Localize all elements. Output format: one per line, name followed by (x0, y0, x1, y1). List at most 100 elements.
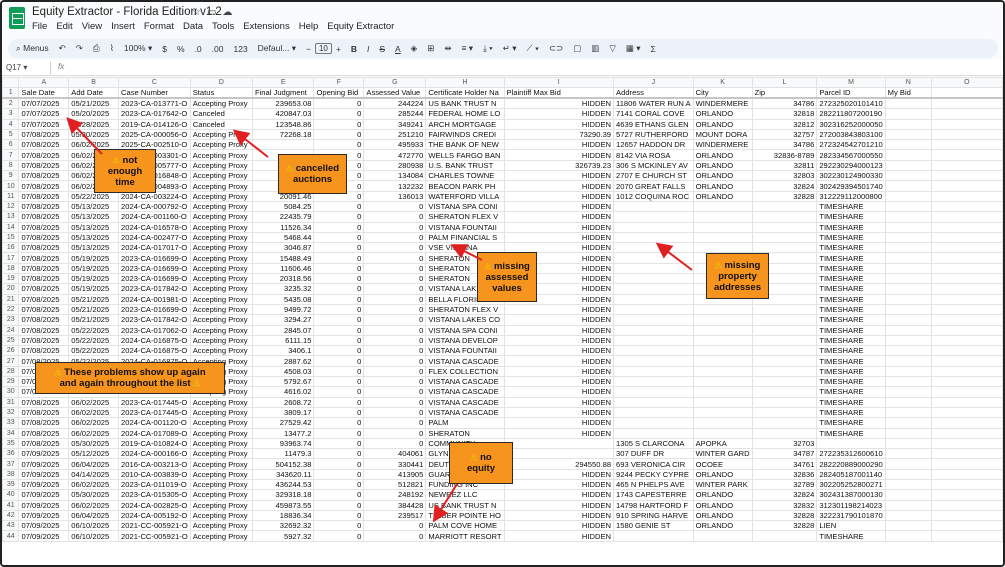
cell[interactable] (930, 170, 1003, 182)
cell[interactable] (692, 221, 753, 233)
cell[interactable]: 4508.03 (251, 365, 315, 378)
cell[interactable]: 0 (363, 221, 427, 233)
cell[interactable] (930, 406, 1003, 419)
cell[interactable]: 0 (313, 324, 365, 336)
cell[interactable]: 0 (363, 252, 427, 264)
borders-icon[interactable]: ⊞ (427, 43, 434, 54)
cell[interactable]: 0 (313, 293, 365, 305)
cell[interactable] (613, 365, 694, 378)
cell[interactable]: Accepting Proxy (189, 489, 253, 501)
cell[interactable] (751, 242, 818, 254)
cell[interactable] (751, 334, 818, 347)
cell[interactable]: 2024-CA-000166-O (118, 448, 191, 460)
cloud-icon[interactable]: ☁ (222, 7, 232, 18)
cell[interactable] (884, 190, 932, 202)
cell[interactable]: 5927.32 (251, 530, 315, 542)
rotate-icon[interactable]: ⟋ ▾ (527, 43, 539, 54)
cell[interactable]: 32803 (751, 170, 818, 182)
cell[interactable]: 3046.87 (251, 242, 315, 254)
cell[interactable] (751, 396, 818, 408)
cell[interactable]: 32692.32 (251, 520, 315, 532)
cell[interactable]: 134084 (363, 170, 427, 182)
cell[interactable]: Accepting Proxy (189, 324, 253, 336)
cell[interactable] (930, 324, 1003, 336)
cell[interactable]: US BANK TRUST N (425, 499, 505, 511)
row-number[interactable]: 17 (2, 252, 20, 264)
cell[interactable]: 0 (313, 211, 365, 223)
cell[interactable]: 0 (363, 530, 427, 542)
row-number[interactable]: 6 (2, 139, 20, 151)
cell[interactable] (930, 180, 1003, 192)
cell[interactable] (692, 324, 753, 336)
cell[interactable]: 07/09/2025 (18, 458, 70, 470)
column-title-cell[interactable]: Opening Bid (313, 87, 365, 100)
cell[interactable] (930, 252, 1003, 264)
align-icon[interactable]: ≡ ▾ (461, 43, 473, 54)
cell[interactable]: Accepting Proxy (189, 345, 253, 357)
cell[interactable]: FEDERAL HOME LO (425, 108, 505, 120)
row-number[interactable]: 19 (2, 273, 20, 285)
cell[interactable] (884, 118, 932, 130)
cell[interactable]: 07/08/2025 (18, 170, 70, 182)
cell[interactable]: TIMESHARE (816, 530, 886, 542)
name-box[interactable]: Q17 ▾ (6, 63, 27, 72)
cell[interactable]: THE BANK OF NEW (425, 139, 505, 151)
cell[interactable]: 0 (313, 200, 365, 213)
cell[interactable] (613, 211, 694, 223)
column-title-cell[interactable]: Status (189, 87, 253, 100)
cell[interactable]: 384428 (363, 499, 427, 511)
row-number[interactable]: 12 (2, 200, 20, 213)
cell[interactable]: WATERFORD VILLA (425, 190, 505, 202)
cell[interactable]: TIMESHARE (816, 417, 886, 429)
cell[interactable]: 06/02/2025 (68, 499, 120, 511)
cell[interactable]: 2023-CA-017445-O (118, 406, 191, 419)
cell[interactable]: ORLANDO (692, 468, 753, 480)
cell[interactable]: 302230124900330 (816, 170, 886, 182)
cell[interactable]: VISTANA SPA CONI (425, 200, 505, 213)
cell[interactable]: 3294.27 (251, 314, 315, 326)
valign-icon[interactable]: ⤓ ▾ (483, 43, 493, 54)
row-number[interactable]: 7 (2, 149, 20, 161)
cell[interactable]: 0 (363, 345, 427, 357)
cell[interactable]: 329318.18 (251, 489, 315, 501)
cell[interactable] (930, 283, 1003, 295)
cell[interactable] (884, 396, 932, 408)
cell[interactable]: Accepting Proxy (189, 221, 253, 233)
cell[interactable] (751, 365, 818, 378)
cell[interactable]: 07/08/2025 (18, 293, 70, 305)
cell[interactable]: 0 (313, 509, 365, 522)
paint-format-icon[interactable]: ⌇ (110, 43, 114, 54)
cell[interactable]: 0 (363, 314, 427, 326)
column-header-o[interactable]: O (930, 77, 1003, 89)
cell[interactable] (692, 211, 753, 223)
cell[interactable]: TIMESHARE (816, 324, 886, 336)
cell[interactable] (930, 211, 1003, 223)
cell[interactable] (930, 118, 1003, 130)
wrap-icon[interactable]: ↵ ▾ (503, 43, 517, 54)
cell[interactable]: NEWREZ LLC (425, 489, 505, 501)
cell[interactable]: 07/08/2025 (18, 139, 70, 151)
row-number[interactable]: 38 (2, 468, 20, 480)
row-number[interactable]: 36 (2, 448, 20, 460)
cell[interactable]: TIMESHARE (816, 273, 886, 285)
cell[interactable]: 0 (313, 478, 365, 491)
cell[interactable]: 06/04/2025 (68, 458, 120, 470)
cell[interactable]: 0 (363, 334, 427, 347)
cell[interactable] (751, 355, 818, 367)
cell[interactable] (692, 355, 753, 367)
cell[interactable]: 06/10/2025 (68, 520, 120, 532)
column-title-cell[interactable]: Case Number (118, 87, 191, 100)
cell[interactable]: 3235.32 (251, 283, 315, 295)
cell[interactable] (613, 345, 694, 357)
cell[interactable]: 239653.08 (251, 97, 315, 110)
menu-item-format[interactable]: Format (144, 21, 174, 32)
cell[interactable]: VISTANA CASCADE (425, 386, 505, 398)
cell[interactable] (613, 293, 694, 305)
cell[interactable]: ORLANDO (692, 149, 753, 161)
cell[interactable] (692, 345, 753, 357)
cell[interactable]: 0 (313, 499, 365, 511)
column-title-cell[interactable]: Certificate Holder Na (425, 87, 505, 100)
cell[interactable]: CHARLES TOWNE (425, 170, 505, 182)
cell[interactable]: HIDDEN (503, 118, 615, 130)
column-title-cell[interactable]: Add Date (68, 87, 120, 100)
